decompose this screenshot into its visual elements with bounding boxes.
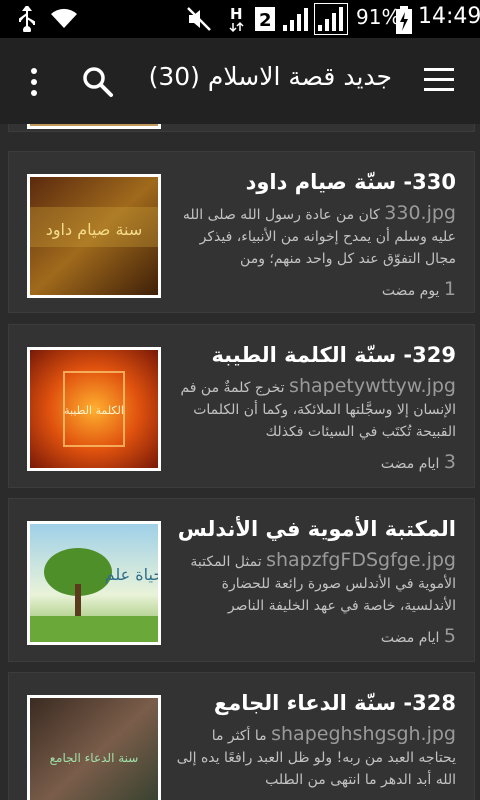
article-title: 329- سنّة الكلمة الطيبة bbox=[211, 343, 456, 367]
signal-icon bbox=[314, 3, 348, 39]
article-excerpt: shapeghshgsgh.jpg ما أكثر ما يحتاجه العب… bbox=[176, 723, 456, 788]
list-item[interactable]: سنة الدعاء الجامع 328- سنّة الدعاء الجام… bbox=[8, 672, 475, 800]
svg-text:سنة صيام داود: سنة صيام داود bbox=[46, 220, 143, 240]
article-excerpt: shapetywttyw.jpg تخرج كلمةٌ من فم الإنسا… bbox=[180, 375, 456, 440]
list-item[interactable]: 6 bbox=[8, 124, 475, 132]
wifi-icon bbox=[50, 6, 78, 34]
signal-icon bbox=[282, 6, 310, 36]
list-item[interactable]: حياة علم المكتبة الأموية في الأندلس shap… bbox=[8, 498, 475, 662]
article-excerpt: shapzfgFDSgfge.jpg تمثل المكتبة الأموية … bbox=[190, 549, 456, 614]
svg-text:سنة الدعاء الجامع: سنة الدعاء الجامع bbox=[50, 751, 139, 765]
article-age: 3 ايام مضت bbox=[380, 451, 456, 473]
article-excerpt: 330.jpg كان من عادة رسول الله صلى الله ع… bbox=[182, 202, 456, 267]
list-item[interactable]: الكلمة الطيبة 329- سنّة الكلمة الطيبة sh… bbox=[8, 324, 475, 488]
article-age: 1 يوم مضت bbox=[381, 278, 456, 300]
overflow-menu-icon[interactable] bbox=[16, 62, 52, 102]
list-item[interactable]: سنة صيام داود 330- سنّة صيام داود 330.jp… bbox=[8, 151, 475, 313]
svg-text:2: 2 bbox=[259, 10, 272, 31]
article-thumbnail bbox=[27, 124, 161, 129]
article-age: 5 ايام مضت bbox=[380, 625, 456, 647]
article-title: المكتبة الأموية في الأندلس bbox=[177, 517, 456, 541]
svg-text:الكلمة الطيبة: الكلمة الطيبة bbox=[64, 404, 124, 417]
article-title: 330- سنّة صيام داود bbox=[245, 170, 456, 194]
search-icon[interactable] bbox=[78, 62, 118, 102]
article-thumbnail: سنة الدعاء الجامع bbox=[27, 695, 161, 800]
article-title: 328- سنّة الدعاء الجامع bbox=[213, 691, 456, 715]
article-thumbnail: سنة صيام داود bbox=[27, 174, 161, 298]
sim-2-icon: 2 bbox=[254, 6, 276, 36]
article-thumbnail: الكلمة الطيبة bbox=[27, 347, 161, 471]
hamburger-menu-icon[interactable] bbox=[424, 68, 454, 92]
battery-percent: 91% bbox=[356, 5, 401, 29]
svg-text:H: H bbox=[230, 5, 243, 23]
svg-text:حياة علم: حياة علم bbox=[105, 565, 158, 584]
article-thumbnail: حياة علم bbox=[27, 521, 163, 645]
clock: 14:49 bbox=[418, 4, 480, 29]
network-h-icon: H bbox=[228, 3, 248, 37]
action-bar: جديد قصة الاسلام (30) bbox=[0, 38, 480, 124]
article-list[interactable]: 6 سنة صيام داود 330- سنّة صيام داود 330.… bbox=[0, 124, 480, 800]
battery-charging-icon bbox=[396, 6, 412, 38]
mute-icon bbox=[186, 6, 212, 36]
usb-icon bbox=[16, 4, 38, 36]
status-bar: H 2 91% 14:49 bbox=[0, 0, 480, 38]
page-title: جديد قصة الاسلام (30) bbox=[148, 62, 392, 91]
